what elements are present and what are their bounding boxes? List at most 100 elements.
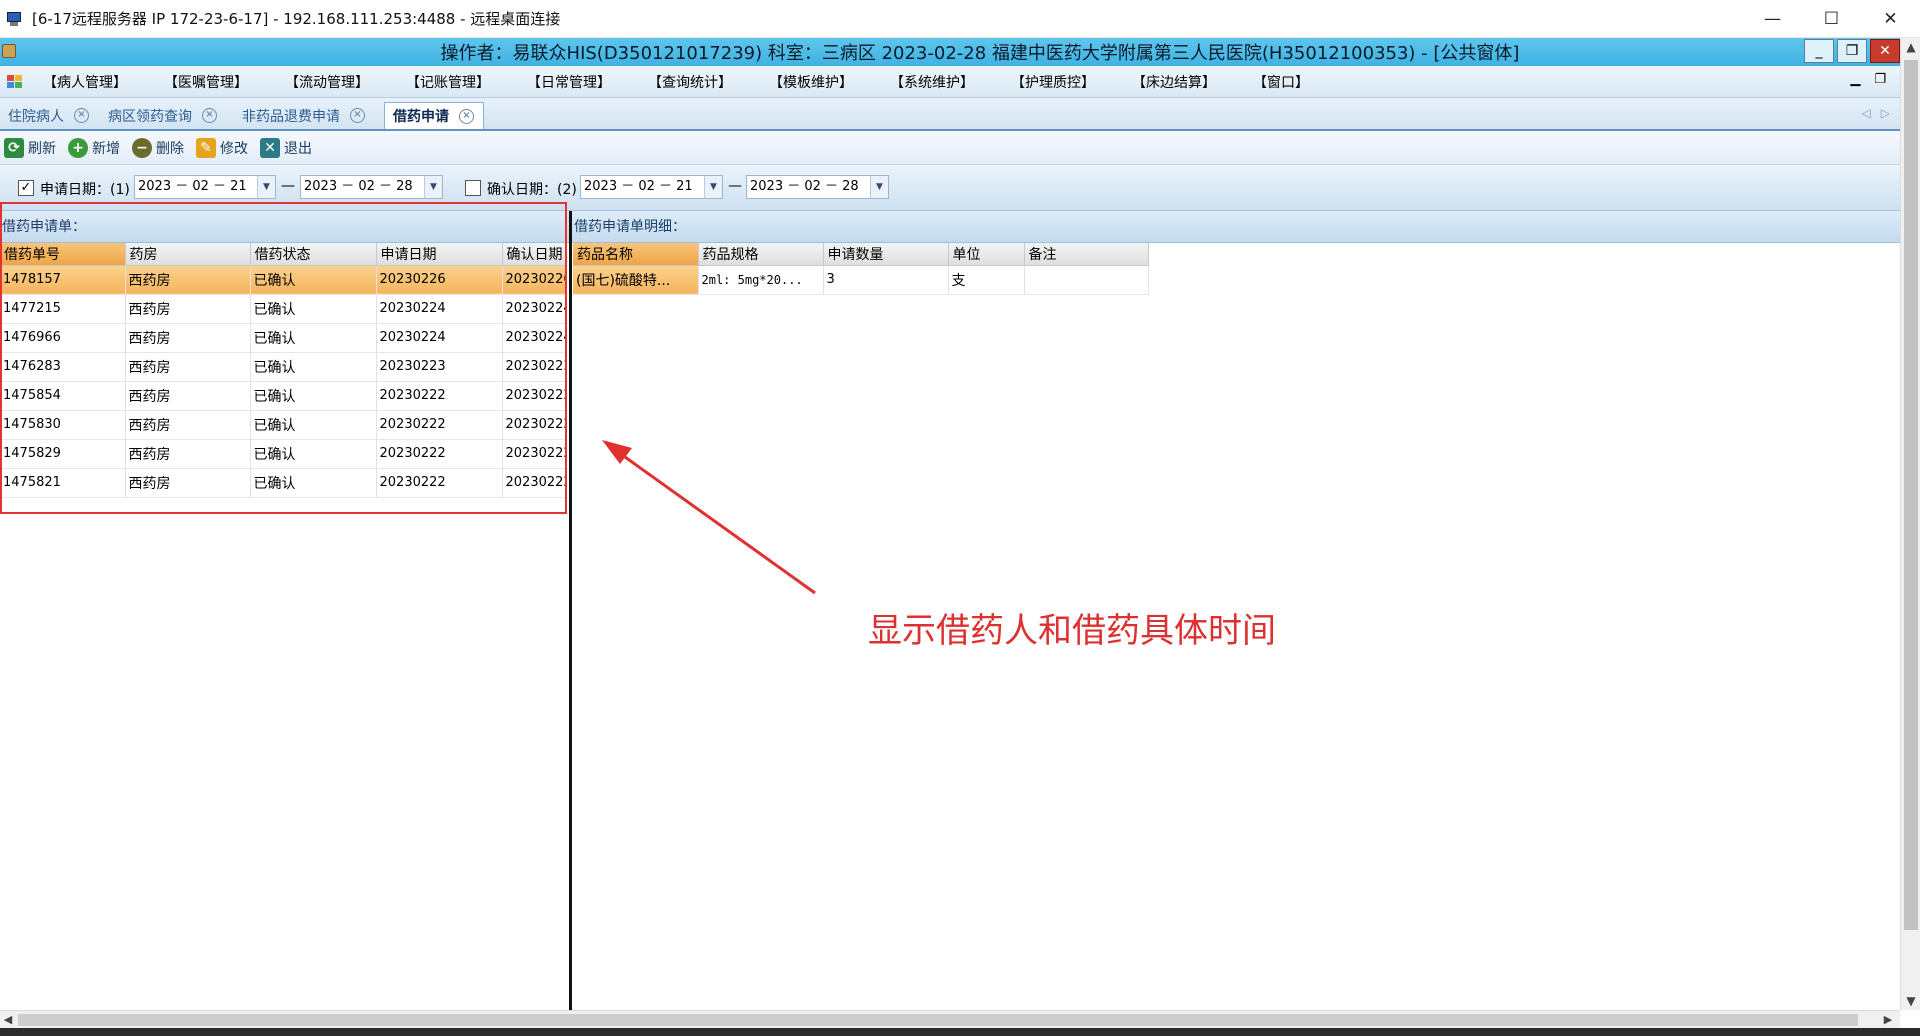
menu-mobile-management[interactable]: 【流动管理】 [285,72,369,92]
drug-spec-cell[interactable]: 2ml: 5mg*20... [698,265,824,295]
pharmacy-cell[interactable]: 西药房 [125,323,251,353]
apply-date-cell[interactable]: 20230224 [376,323,503,353]
chevron-down-icon[interactable]: ▼ [870,176,888,198]
pharmacy-cell[interactable]: 西药房 [125,410,251,440]
pharmacy-cell[interactable]: 西药房 [125,439,251,469]
rdp-close-button[interactable]: ✕ [1861,0,1920,38]
confirm-date-cell[interactable]: 20230222 [502,381,567,411]
confirm-date-cell[interactable]: 20230222 [502,468,567,498]
app-close-button[interactable]: ✕ [1870,39,1900,63]
pharmacy-cell[interactable]: 西药房 [125,265,251,295]
apply-date-checkbox[interactable]: ✓ [18,180,34,196]
scroll-up-icon[interactable]: ▲ [1901,38,1920,56]
status-cell[interactable]: 已确认 [250,294,377,324]
system-menu-icon[interactable] [7,74,23,89]
borrow-no-cell[interactable]: 1475829 [0,439,126,469]
quantity-cell[interactable]: 3 [823,265,949,295]
app-minimize-button[interactable]: _ [1804,39,1834,63]
status-cell[interactable]: 已确认 [250,352,377,382]
table-row[interactable]: 1478157 西药房 已确认 20230226 20230226 [0,265,567,295]
column-header[interactable]: 借药单号 [0,243,126,266]
table-row[interactable]: (国七)硫酸特... 2ml: 5mg*20... 3 支 [573,265,1149,295]
borrow-no-cell[interactable]: 1475821 [0,468,126,498]
table-row[interactable]: 1475829 西药房 已确认 20230222 20230222 [0,439,567,469]
status-cell[interactable]: 已确认 [250,381,377,411]
menu-template-maintenance[interactable]: 【模板维护】 [769,72,853,92]
tab-scroll-right-icon[interactable]: ▷ [1881,106,1890,120]
column-header[interactable]: 借药状态 [250,243,377,266]
pharmacy-cell[interactable]: 西药房 [125,381,251,411]
close-icon[interactable]: × [74,108,89,123]
scroll-down-icon[interactable]: ▼ [1901,992,1920,1010]
menu-daily-management[interactable]: 【日常管理】 [527,72,611,92]
status-cell[interactable]: 已确认 [250,439,377,469]
table-row[interactable]: 1475821 西药房 已确认 20230222 20230222 [0,468,567,498]
rdp-maximize-button[interactable]: ☐ [1802,0,1861,38]
menu-patient-management[interactable]: 【病人管理】 [43,72,127,92]
column-header[interactable]: 药房 [125,243,251,266]
apply-date-cell[interactable]: 20230223 [376,352,503,382]
close-icon[interactable]: × [202,108,217,123]
column-header[interactable]: 药品名称 [573,243,699,266]
horizontal-scroll-thumb[interactable] [18,1014,1858,1026]
table-row[interactable]: 1475854 西药房 已确认 20230222 20230222 [0,381,567,411]
menu-query-statistics[interactable]: 【查询统计】 [648,72,732,92]
borrow-no-cell[interactable]: 1475830 [0,410,126,440]
tab-non-drug-refund[interactable]: 非药品退费申请 × [234,102,384,129]
rdp-minimize-button[interactable]: — [1743,0,1802,38]
modify-button[interactable]: ✎ 修改 [196,137,248,158]
menu-window[interactable]: 【窗口】 [1253,72,1309,92]
column-header[interactable]: 确认日期 [502,243,567,266]
apply-date-cell[interactable]: 20230226 [376,265,503,295]
drug-name-cell[interactable]: (国七)硫酸特... [573,265,699,295]
confirm-date-from-picker[interactable]: 2023 － 02 － 21 ▼ [580,175,723,199]
menu-bedside-settlement[interactable]: 【床边结算】 [1132,72,1216,92]
panel-splitter[interactable] [569,211,572,1010]
mdi-minimize-icon[interactable]: ▁ [1850,72,1860,87]
borrow-no-cell[interactable]: 1477215 [0,294,126,324]
column-header[interactable]: 药品规格 [698,243,824,266]
tab-inpatients[interactable]: 住院病人 × [0,102,100,129]
add-button[interactable]: + 新增 [68,137,120,158]
menu-nursing-qc[interactable]: 【护理质控】 [1011,72,1095,92]
column-header[interactable]: 备注 [1024,243,1149,266]
status-cell[interactable]: 已确认 [250,265,377,295]
tab-drug-borrow-request[interactable]: 借药申请 × [384,102,484,129]
delete-button[interactable]: − 删除 [132,137,184,158]
vertical-scrollbar[interactable]: ▲ ▼ [1900,38,1920,1010]
confirm-date-cell[interactable]: 20230226 [502,265,567,295]
close-icon[interactable]: × [459,108,474,124]
close-icon[interactable]: × [350,108,365,123]
confirm-date-checkbox[interactable] [465,180,481,196]
column-header[interactable]: 申请日期 [376,243,503,266]
apply-date-to-picker[interactable]: 2023 － 02 － 28 ▼ [300,175,443,199]
apply-date-from-picker[interactable]: 2023 － 02 － 21 ▼ [134,175,276,199]
horizontal-scrollbar[interactable]: ◀ ▶ [0,1010,1900,1028]
exit-button[interactable]: ✕ 退出 [260,137,312,158]
app-restore-button[interactable]: ❐ [1837,39,1867,63]
chevron-down-icon[interactable]: ▼ [704,176,722,198]
refresh-button[interactable]: ⟳ 刷新 [4,137,56,158]
status-cell[interactable]: 已确认 [250,410,377,440]
borrow-no-cell[interactable]: 1475854 [0,381,126,411]
column-header[interactable]: 单位 [948,243,1025,266]
confirm-date-cell[interactable]: 20230224 [502,294,567,324]
tab-ward-drug-query[interactable]: 病区领药查询 × [100,102,234,129]
unit-cell[interactable]: 支 [948,265,1025,295]
table-row[interactable]: 1475830 西药房 已确认 20230222 20230222 [0,410,567,440]
remark-cell[interactable] [1024,265,1149,295]
table-row[interactable]: 1476283 西药房 已确认 20230223 20230223 [0,352,567,382]
menu-system-maintenance[interactable]: 【系统维护】 [890,72,974,92]
confirm-date-to-picker[interactable]: 2023 － 02 － 28 ▼ [746,175,889,199]
apply-date-cell[interactable]: 20230224 [376,294,503,324]
table-row[interactable]: 1477215 西药房 已确认 20230224 20230224 [0,294,567,324]
confirm-date-cell[interactable]: 20230222 [502,439,567,469]
borrow-no-cell[interactable]: 1476966 [0,323,126,353]
status-cell[interactable]: 已确认 [250,468,377,498]
confirm-date-cell[interactable]: 20230224 [502,323,567,353]
scroll-left-icon[interactable]: ◀ [0,1011,16,1029]
scroll-right-icon[interactable]: ▶ [1880,1011,1896,1029]
tab-scroll-left-icon[interactable]: ◁ [1862,106,1871,120]
menu-order-management[interactable]: 【医嘱管理】 [164,72,248,92]
apply-date-cell[interactable]: 20230222 [376,439,503,469]
